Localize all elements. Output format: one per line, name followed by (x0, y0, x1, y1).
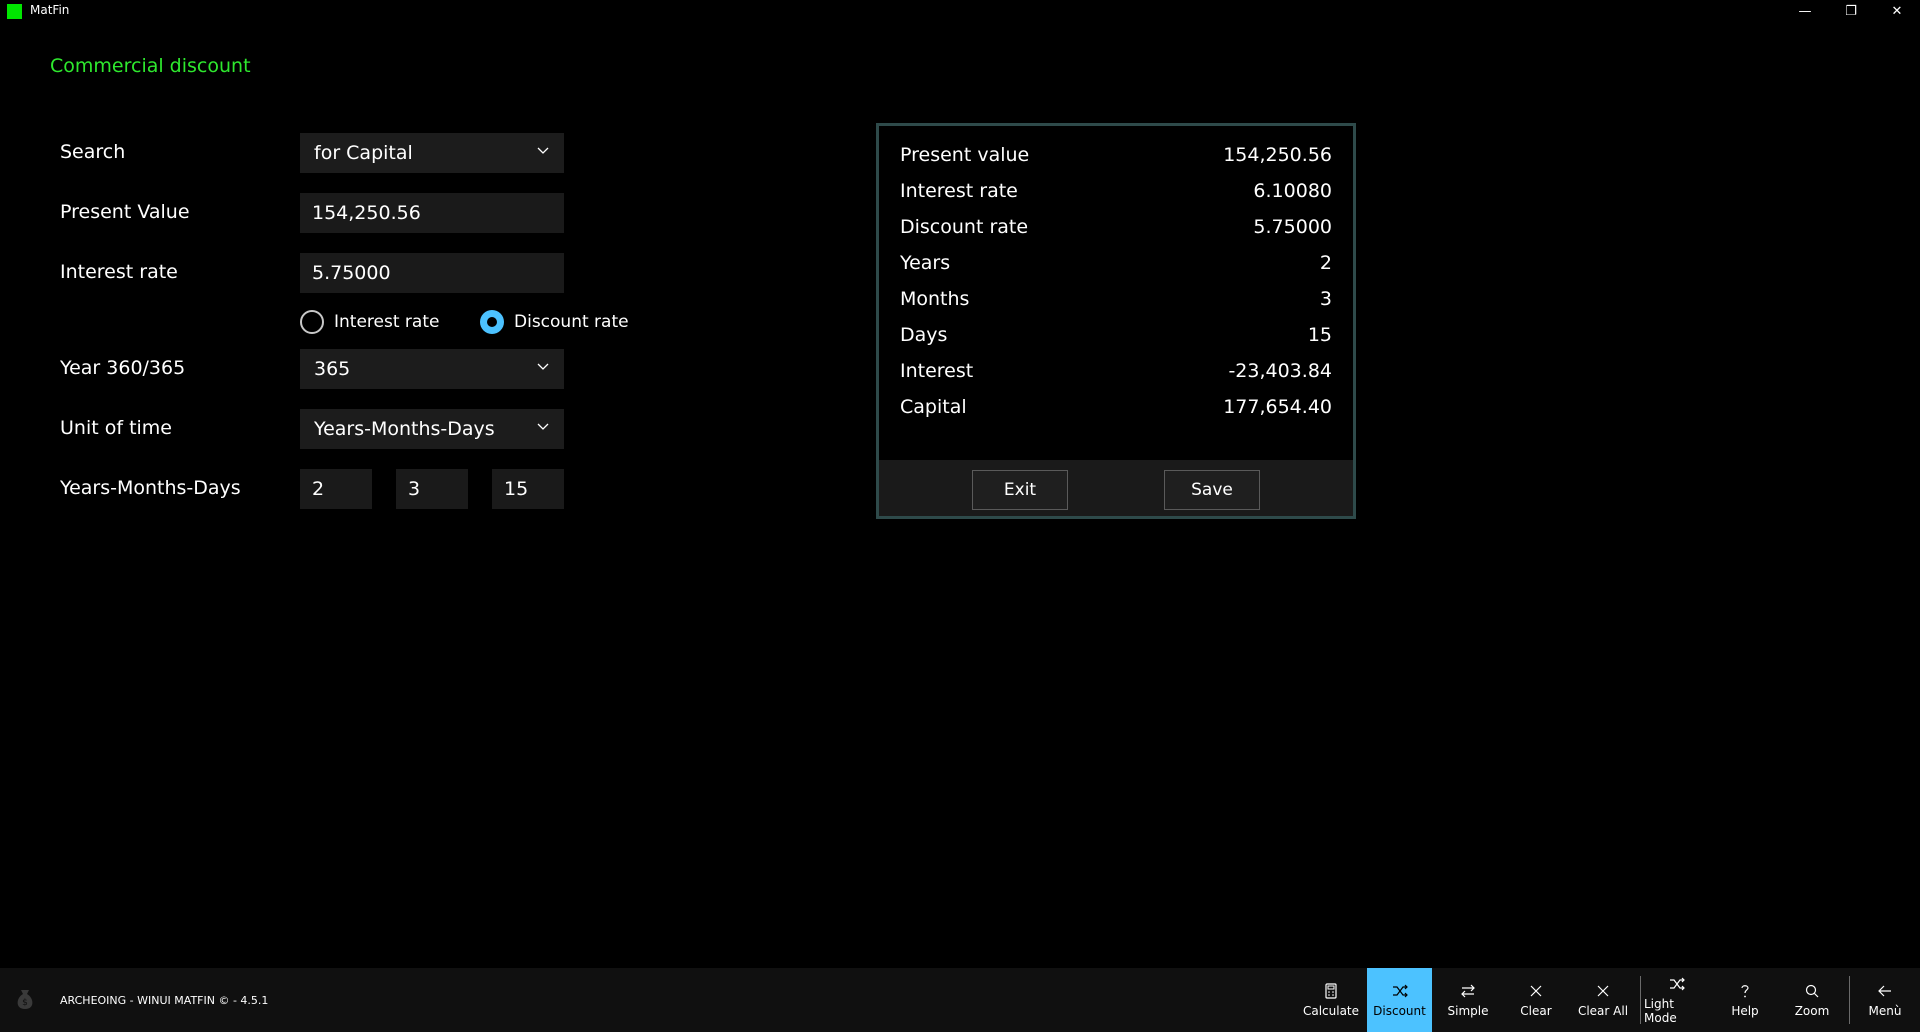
swap-icon (1461, 984, 1475, 998)
question-icon (1741, 985, 1749, 998)
search-dropdown-value: for Capital (314, 142, 413, 164)
clear-all-label: Clear All (1577, 1004, 1629, 1018)
discount-button[interactable]: Discount (1367, 968, 1432, 1032)
result-value: 2 (1319, 252, 1332, 274)
restore-button[interactable]: ❐ (1828, 0, 1874, 22)
result-panel: Present value 154,250.56 Interest rate 6… (876, 123, 1356, 519)
menu-label: Menù (1868, 1004, 1902, 1018)
radio-unchecked-icon (300, 310, 324, 334)
footer-copyright: ARCHEOING - WINUI MATFIN © - 4.5.1 (60, 994, 269, 1007)
result-row: Months 3 (900, 284, 1332, 314)
rate-label: Interest rate (60, 261, 178, 283)
shuffle-icon (1392, 984, 1408, 998)
calculator-icon (1325, 983, 1337, 999)
light-mode-button[interactable]: Light Mode (1644, 968, 1710, 1032)
help-label: Help (1731, 1004, 1759, 1018)
result-value: 6.10080 (1253, 180, 1332, 202)
chevron-down-icon (537, 147, 549, 154)
simple-button[interactable]: Simple (1435, 968, 1501, 1032)
command-separator (1640, 976, 1641, 1024)
result-row: Discount rate 5.75000 (900, 212, 1332, 242)
help-button[interactable]: Help (1715, 968, 1775, 1032)
days-input[interactable]: 15 (492, 469, 564, 509)
zoom-button[interactable]: Zoom (1780, 968, 1844, 1032)
command-bar: $ ARCHEOING - WINUI MATFIN © - 4.5.1 Cal… (0, 968, 1920, 1032)
radio-checked-icon (480, 310, 504, 334)
clear-all-button[interactable]: Clear All (1570, 968, 1636, 1032)
present-value-input[interactable]: 154,250.56 (300, 193, 564, 233)
discount-label: Discount (1373, 1004, 1426, 1018)
clear-button[interactable]: Clear (1504, 968, 1568, 1032)
shuffle-icon (1670, 977, 1685, 991)
result-row: Interest rate 6.10080 (900, 176, 1332, 206)
discount-rate-radio[interactable]: Discount rate (480, 310, 629, 334)
result-label: Present value (900, 144, 1030, 166)
discount-rate-radio-label: Discount rate (514, 312, 629, 332)
result-row: Days 15 (900, 320, 1332, 350)
years-input[interactable]: 2 (300, 469, 372, 509)
app-icon (7, 4, 22, 19)
result-label: Years (900, 252, 951, 274)
result-value: 15 (1307, 324, 1332, 346)
chevron-down-icon (537, 423, 549, 430)
result-label: Interest (900, 360, 974, 382)
rate-input[interactable]: 5.75000 (300, 253, 564, 293)
exit-button[interactable]: Exit (972, 470, 1068, 510)
unit-of-time-dropdown[interactable]: Years-Months-Days (300, 409, 564, 449)
unit-of-time-label: Unit of time (60, 417, 172, 439)
search-icon (1805, 984, 1819, 998)
result-label: Discount rate (900, 216, 1029, 238)
result-value: 3 (1319, 288, 1332, 310)
close-window-button[interactable]: ✕ (1874, 0, 1920, 22)
close-icon (1530, 985, 1542, 997)
result-row: Present value 154,250.56 (900, 140, 1332, 170)
calculate-label: Calculate (1302, 1004, 1360, 1018)
interest-rate-radio-label: Interest rate (334, 312, 440, 332)
title-bar: MatFin — ❐ ✕ (0, 0, 1920, 22)
zoom-label: Zoom (1794, 1004, 1830, 1018)
result-footer: Exit Save (879, 460, 1353, 516)
chevron-down-icon (537, 363, 549, 370)
save-button[interactable]: Save (1164, 470, 1260, 510)
result-value: 154,250.56 (1223, 144, 1332, 166)
interest-rate-radio[interactable]: Interest rate (300, 310, 439, 334)
search-dropdown[interactable]: for Capital (300, 133, 564, 173)
result-label: Interest rate (900, 180, 1018, 202)
minimize-button[interactable]: — (1782, 0, 1828, 22)
page-title: Commercial discount (50, 55, 251, 77)
search-label: Search (60, 141, 126, 163)
result-row: Capital 177,654.40 (900, 392, 1332, 422)
unit-of-time-value: Years-Months-Days (314, 418, 495, 440)
result-value: 5.75000 (1253, 216, 1332, 238)
year-basis-label: Year 360/365 (60, 357, 186, 379)
command-separator (1849, 976, 1850, 1024)
result-value: 177,654.40 (1223, 396, 1332, 418)
back-arrow-icon (1878, 985, 1891, 997)
present-value-label: Present Value (60, 201, 190, 223)
duration-label: Years-Months-Days (60, 477, 241, 499)
result-row: Interest -23,403.84 (900, 356, 1332, 386)
result-label: Days (900, 324, 948, 346)
money-bag-icon: $ (17, 990, 33, 1009)
calculate-button[interactable]: Calculate (1298, 968, 1364, 1032)
light-mode-label: Light Mode (1644, 997, 1677, 1025)
result-label: Months (900, 288, 970, 310)
svg-text:$: $ (22, 998, 28, 1008)
clear-label: Clear (1520, 1004, 1552, 1018)
year-basis-value: 365 (314, 358, 351, 380)
months-input[interactable]: 3 (396, 469, 468, 509)
simple-label: Simple (1447, 1004, 1489, 1018)
window-title: MatFin (30, 3, 70, 17)
result-row: Years 2 (900, 248, 1332, 278)
result-value: -23,403.84 (1228, 360, 1332, 382)
result-label: Capital (900, 396, 967, 418)
menu-button[interactable]: Menù (1852, 968, 1918, 1032)
year-basis-dropdown[interactable]: 365 (300, 349, 564, 389)
close-icon (1597, 985, 1609, 997)
